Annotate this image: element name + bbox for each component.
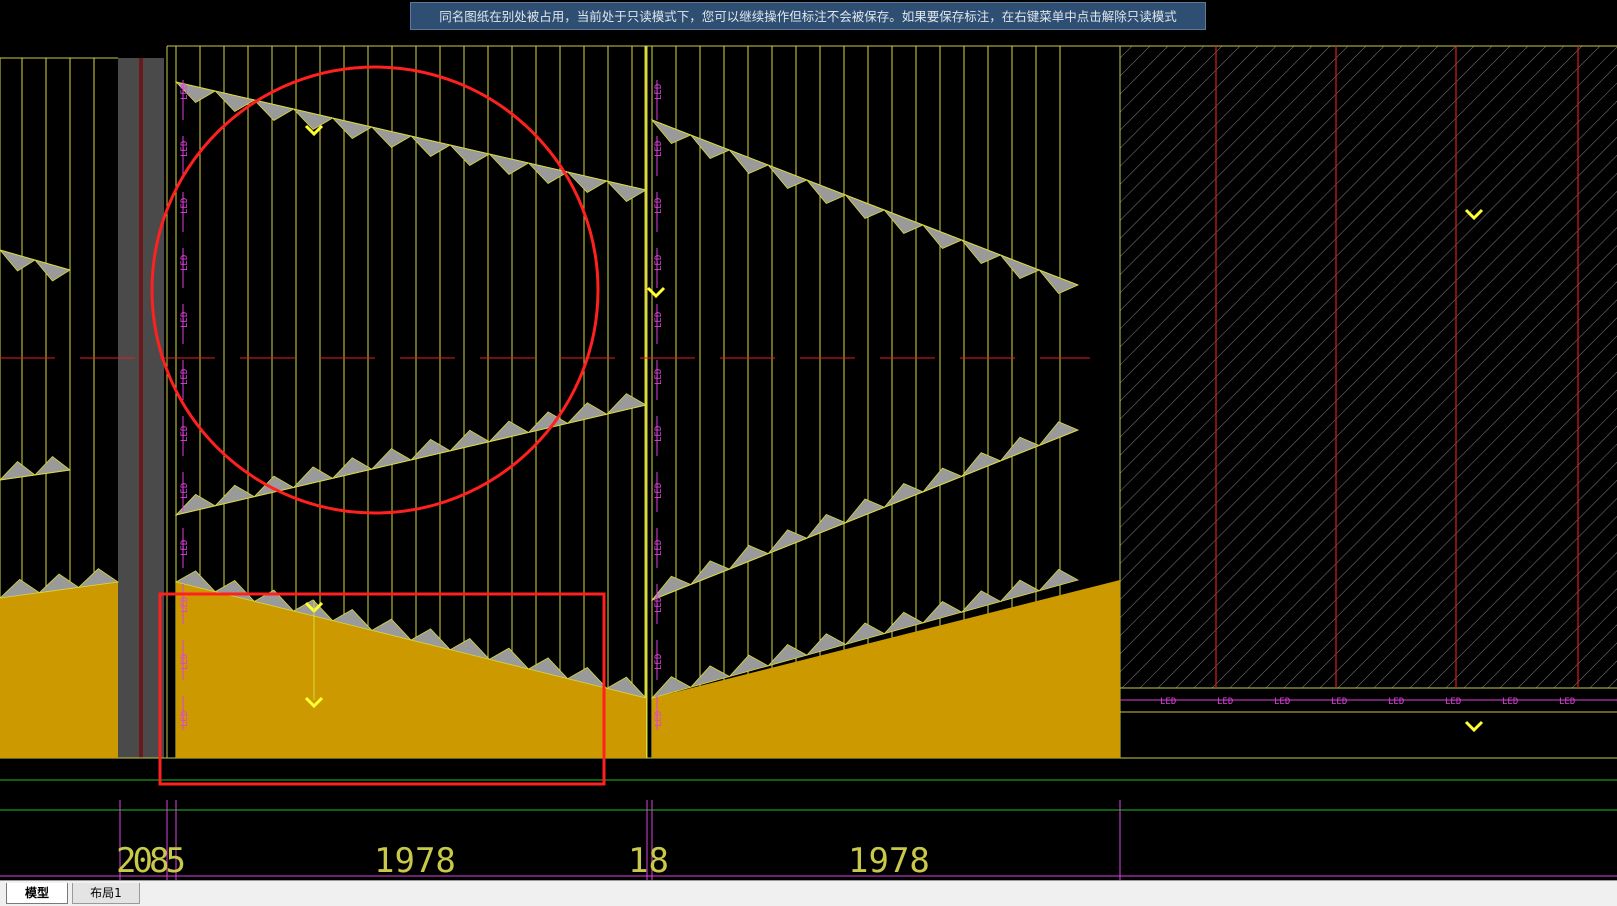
led-label: LED	[1331, 697, 1347, 707]
led-label: LED	[180, 84, 190, 100]
dimension-text: 1978	[848, 841, 930, 880]
led-label: LED	[654, 255, 664, 271]
led-label: LED	[180, 540, 190, 556]
led-label: LED	[654, 540, 664, 556]
led-label: LED	[180, 597, 190, 613]
led-label: LED	[654, 84, 664, 100]
led-label: LED	[654, 198, 664, 214]
dimension-text: 2085	[116, 841, 186, 880]
led-label: LED	[180, 312, 190, 328]
led-label: LED	[1502, 697, 1518, 707]
led-label: LED	[654, 312, 664, 328]
led-label: LED	[654, 654, 664, 670]
led-label: LED	[654, 426, 664, 442]
led-label: LED	[654, 597, 664, 613]
dimension-text: 1978	[374, 841, 456, 880]
cad-drawing-canvas[interactable]: LED LED LED LED LED LED LED LED LED LED LED LED LED L…	[0, 0, 1617, 880]
tab-model[interactable]: 模型	[6, 883, 68, 904]
layout-tab-bar: 模型 布局1	[0, 880, 1617, 906]
led-label: LED	[1388, 697, 1404, 707]
led-label: LED	[180, 255, 190, 271]
led-label: LED	[1445, 697, 1461, 707]
markup-circle[interactable]	[150, 65, 600, 515]
led-label: LED	[180, 711, 190, 727]
led-label: LED	[180, 141, 190, 157]
led-label: LED	[654, 141, 664, 157]
read-only-notice: 同名图纸在别处被占用，当前处于只读模式下，您可以继续操作但标注不会被保存。如果要…	[410, 2, 1206, 30]
floor-fill-left	[0, 582, 118, 758]
floor-fill-panel-2	[652, 580, 1120, 758]
led-label: LED	[654, 711, 664, 727]
led-label: LED	[180, 198, 190, 214]
dimension-lines	[0, 779, 1617, 880]
led-label: LED	[180, 369, 190, 385]
floor-fill-panel-1	[176, 582, 646, 758]
led-label: LED	[1559, 697, 1575, 707]
led-label: LED	[1160, 697, 1176, 707]
led-label: LED	[654, 483, 664, 499]
dimension-text: 18	[628, 841, 669, 880]
tab-layout-1[interactable]: 布局1	[72, 883, 140, 904]
led-label: LED	[654, 369, 664, 385]
led-label: LED	[1274, 697, 1290, 707]
led-label: LED	[180, 426, 190, 442]
led-label: LED	[180, 483, 190, 499]
led-label: LED	[1217, 697, 1233, 707]
led-label: LED	[180, 654, 190, 670]
